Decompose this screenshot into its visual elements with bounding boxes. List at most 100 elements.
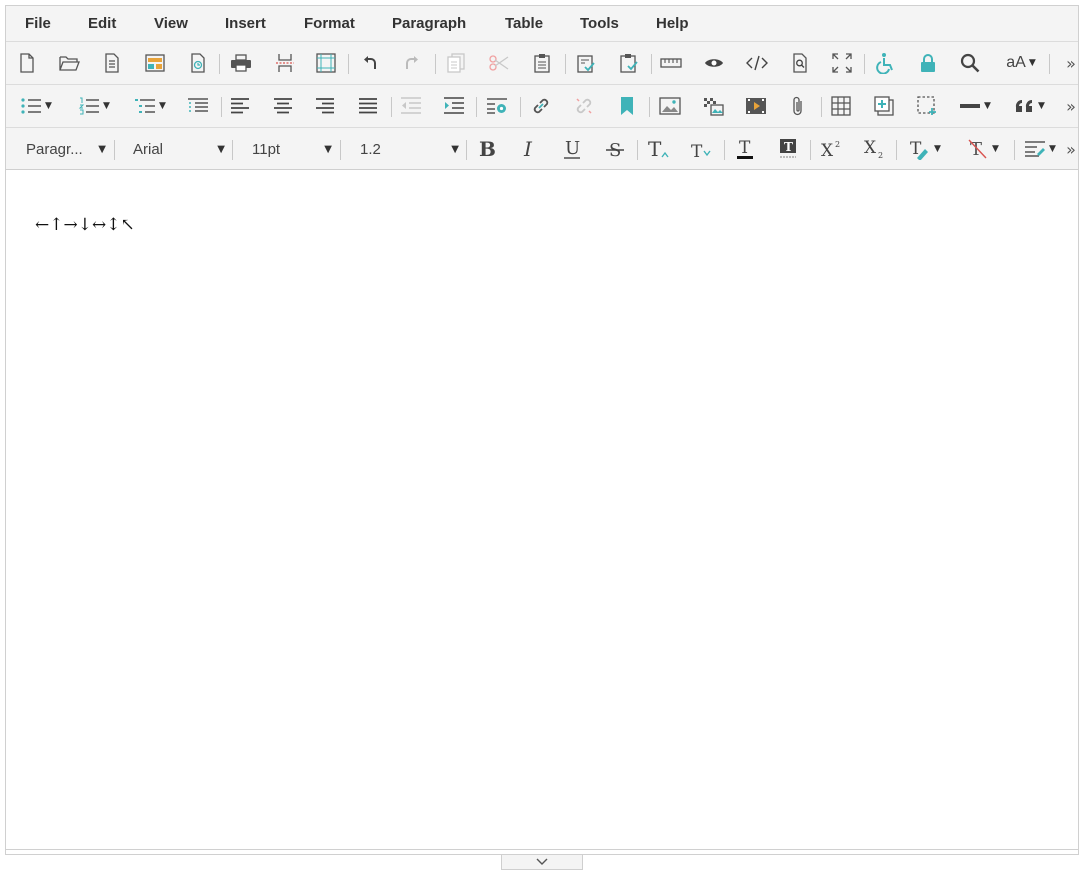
bookmark-icon xyxy=(621,97,633,115)
multilevel-list-button[interactable]: ▼ xyxy=(128,85,172,127)
menu-paragraph[interactable]: Paragraph xyxy=(392,15,466,32)
paste-button[interactable] xyxy=(522,42,562,84)
more-tools-icon[interactable]: » xyxy=(1064,85,1078,127)
preview-button[interactable] xyxy=(694,42,734,84)
font-family-value: Arial xyxy=(133,140,164,158)
wheelchair-icon xyxy=(876,53,893,74)
more-tools-icon[interactable]: » xyxy=(1064,128,1078,170)
superscript-button[interactable]: X2 xyxy=(811,128,851,170)
image-mosaic-icon xyxy=(704,98,724,116)
align-justify-icon xyxy=(359,98,377,114)
chevron-down-icon: ▼ xyxy=(451,143,459,155)
align-left-button[interactable] xyxy=(220,85,260,127)
menu-edit[interactable]: Edit xyxy=(88,15,116,32)
subscript-button[interactable]: X2 xyxy=(854,128,894,170)
bookmark-button[interactable] xyxy=(607,85,647,127)
justify-button[interactable] xyxy=(348,85,388,127)
outdent-button[interactable] xyxy=(391,85,431,127)
list-properties-button[interactable] xyxy=(178,85,218,127)
align-center-button[interactable] xyxy=(263,85,303,127)
format-painter-button[interactable]: T ▼ xyxy=(899,128,951,170)
svg-text:B: B xyxy=(479,139,496,159)
styles-icon xyxy=(1025,141,1046,157)
paste-as-text-button[interactable] xyxy=(566,42,606,84)
chevron-down-icon: ▼ xyxy=(934,144,941,154)
print-button[interactable] xyxy=(221,42,261,84)
search-replace-document-button[interactable] xyxy=(780,42,820,84)
insert-graphic-button[interactable] xyxy=(693,85,733,127)
ruler-button[interactable] xyxy=(651,42,691,84)
paste-from-word-button[interactable] xyxy=(609,42,649,84)
redo-button[interactable] xyxy=(392,42,432,84)
blockquote-button[interactable]: ▼ xyxy=(1006,85,1054,127)
new-document-button[interactable] xyxy=(7,42,47,84)
insert-table-button[interactable] xyxy=(821,85,861,127)
page-layout-button[interactable] xyxy=(306,42,346,84)
italic-button[interactable]: I xyxy=(510,128,550,170)
insert-video-button[interactable] xyxy=(736,85,776,127)
templates-button[interactable] xyxy=(135,42,175,84)
highlight-color-button[interactable]: T xyxy=(768,128,808,170)
strikethrough-button[interactable]: S xyxy=(595,128,635,170)
find-button[interactable] xyxy=(950,42,990,84)
link-icon xyxy=(533,98,549,114)
undo-button[interactable] xyxy=(350,42,390,84)
chevron-down-icon: ▼ xyxy=(1049,144,1056,154)
bullet-list-button[interactable]: ▼ xyxy=(14,85,58,127)
menu-tools[interactable]: Tools xyxy=(580,15,619,32)
clipboard-check-icon xyxy=(620,54,638,73)
document-paragraph[interactable]: ←↑→↓↔↕↖ xyxy=(35,215,135,235)
cut-button[interactable] xyxy=(479,42,519,84)
line-height-select[interactable]: 1.2 ▼ xyxy=(360,136,459,162)
font-color-button[interactable]: T xyxy=(725,128,765,170)
separator xyxy=(637,140,638,160)
block-format-select[interactable]: Paragr... ▼ xyxy=(26,136,106,162)
restrict-editing-button[interactable] xyxy=(908,42,948,84)
align-right-icon xyxy=(316,98,334,114)
insert-area-button[interactable] xyxy=(907,85,947,127)
document-body[interactable]: ←↑→↓↔↕↖ xyxy=(6,172,1078,849)
font-family-select[interactable]: Arial ▼ xyxy=(133,136,225,162)
bold-button[interactable]: B xyxy=(467,128,507,170)
paragraph-settings-button[interactable] xyxy=(477,85,517,127)
font-size-toggle-button[interactable]: aA ▼ xyxy=(996,42,1046,84)
menu-view[interactable]: View xyxy=(154,15,188,32)
horizontal-line-button[interactable]: ▼ xyxy=(950,85,1000,127)
menu-insert[interactable]: Insert xyxy=(225,15,266,32)
more-tools-icon[interactable]: » xyxy=(1064,42,1078,84)
font-size-select[interactable]: 11pt ▼ xyxy=(252,136,332,162)
insert-textbox-button[interactable] xyxy=(864,85,904,127)
toggle-toolbar-button[interactable] xyxy=(501,855,583,870)
menu-table[interactable]: Table xyxy=(505,15,543,32)
underline-button[interactable]: U xyxy=(552,128,592,170)
remove-link-button[interactable] xyxy=(564,85,604,127)
numbered-list-button[interactable]: ▼ xyxy=(70,85,118,127)
styles-button[interactable]: ▼ xyxy=(1017,128,1063,170)
paste-check-icon xyxy=(577,55,595,73)
source-code-button[interactable] xyxy=(737,42,777,84)
insert-image-button[interactable] xyxy=(650,85,690,127)
indent-button[interactable] xyxy=(434,85,474,127)
copy-button[interactable] xyxy=(436,42,476,84)
redo-icon xyxy=(406,56,418,69)
lock-icon xyxy=(921,54,935,72)
uppercase-button[interactable]: T xyxy=(639,128,679,170)
attach-file-button[interactable] xyxy=(778,85,818,127)
svg-text:U: U xyxy=(565,138,580,159)
eye-icon xyxy=(705,59,723,67)
document-properties-button[interactable] xyxy=(92,42,132,84)
accessibility-checker-button[interactable] xyxy=(865,42,905,84)
page-break-button[interactable] xyxy=(265,42,305,84)
svg-text:T: T xyxy=(691,142,703,160)
restore-draft-button[interactable] xyxy=(178,42,218,84)
menu-file[interactable]: File xyxy=(25,15,51,32)
align-right-button[interactable] xyxy=(305,85,345,127)
menu-format[interactable]: Format xyxy=(304,15,355,32)
clear-formatting-button[interactable]: T ▼ xyxy=(956,128,1010,170)
open-button[interactable] xyxy=(49,42,89,84)
fullscreen-button[interactable] xyxy=(822,42,862,84)
lowercase-button[interactable]: T xyxy=(682,128,722,170)
svg-text:2: 2 xyxy=(878,151,883,160)
insert-link-button[interactable] xyxy=(521,85,561,127)
menu-help[interactable]: Help xyxy=(656,15,689,32)
